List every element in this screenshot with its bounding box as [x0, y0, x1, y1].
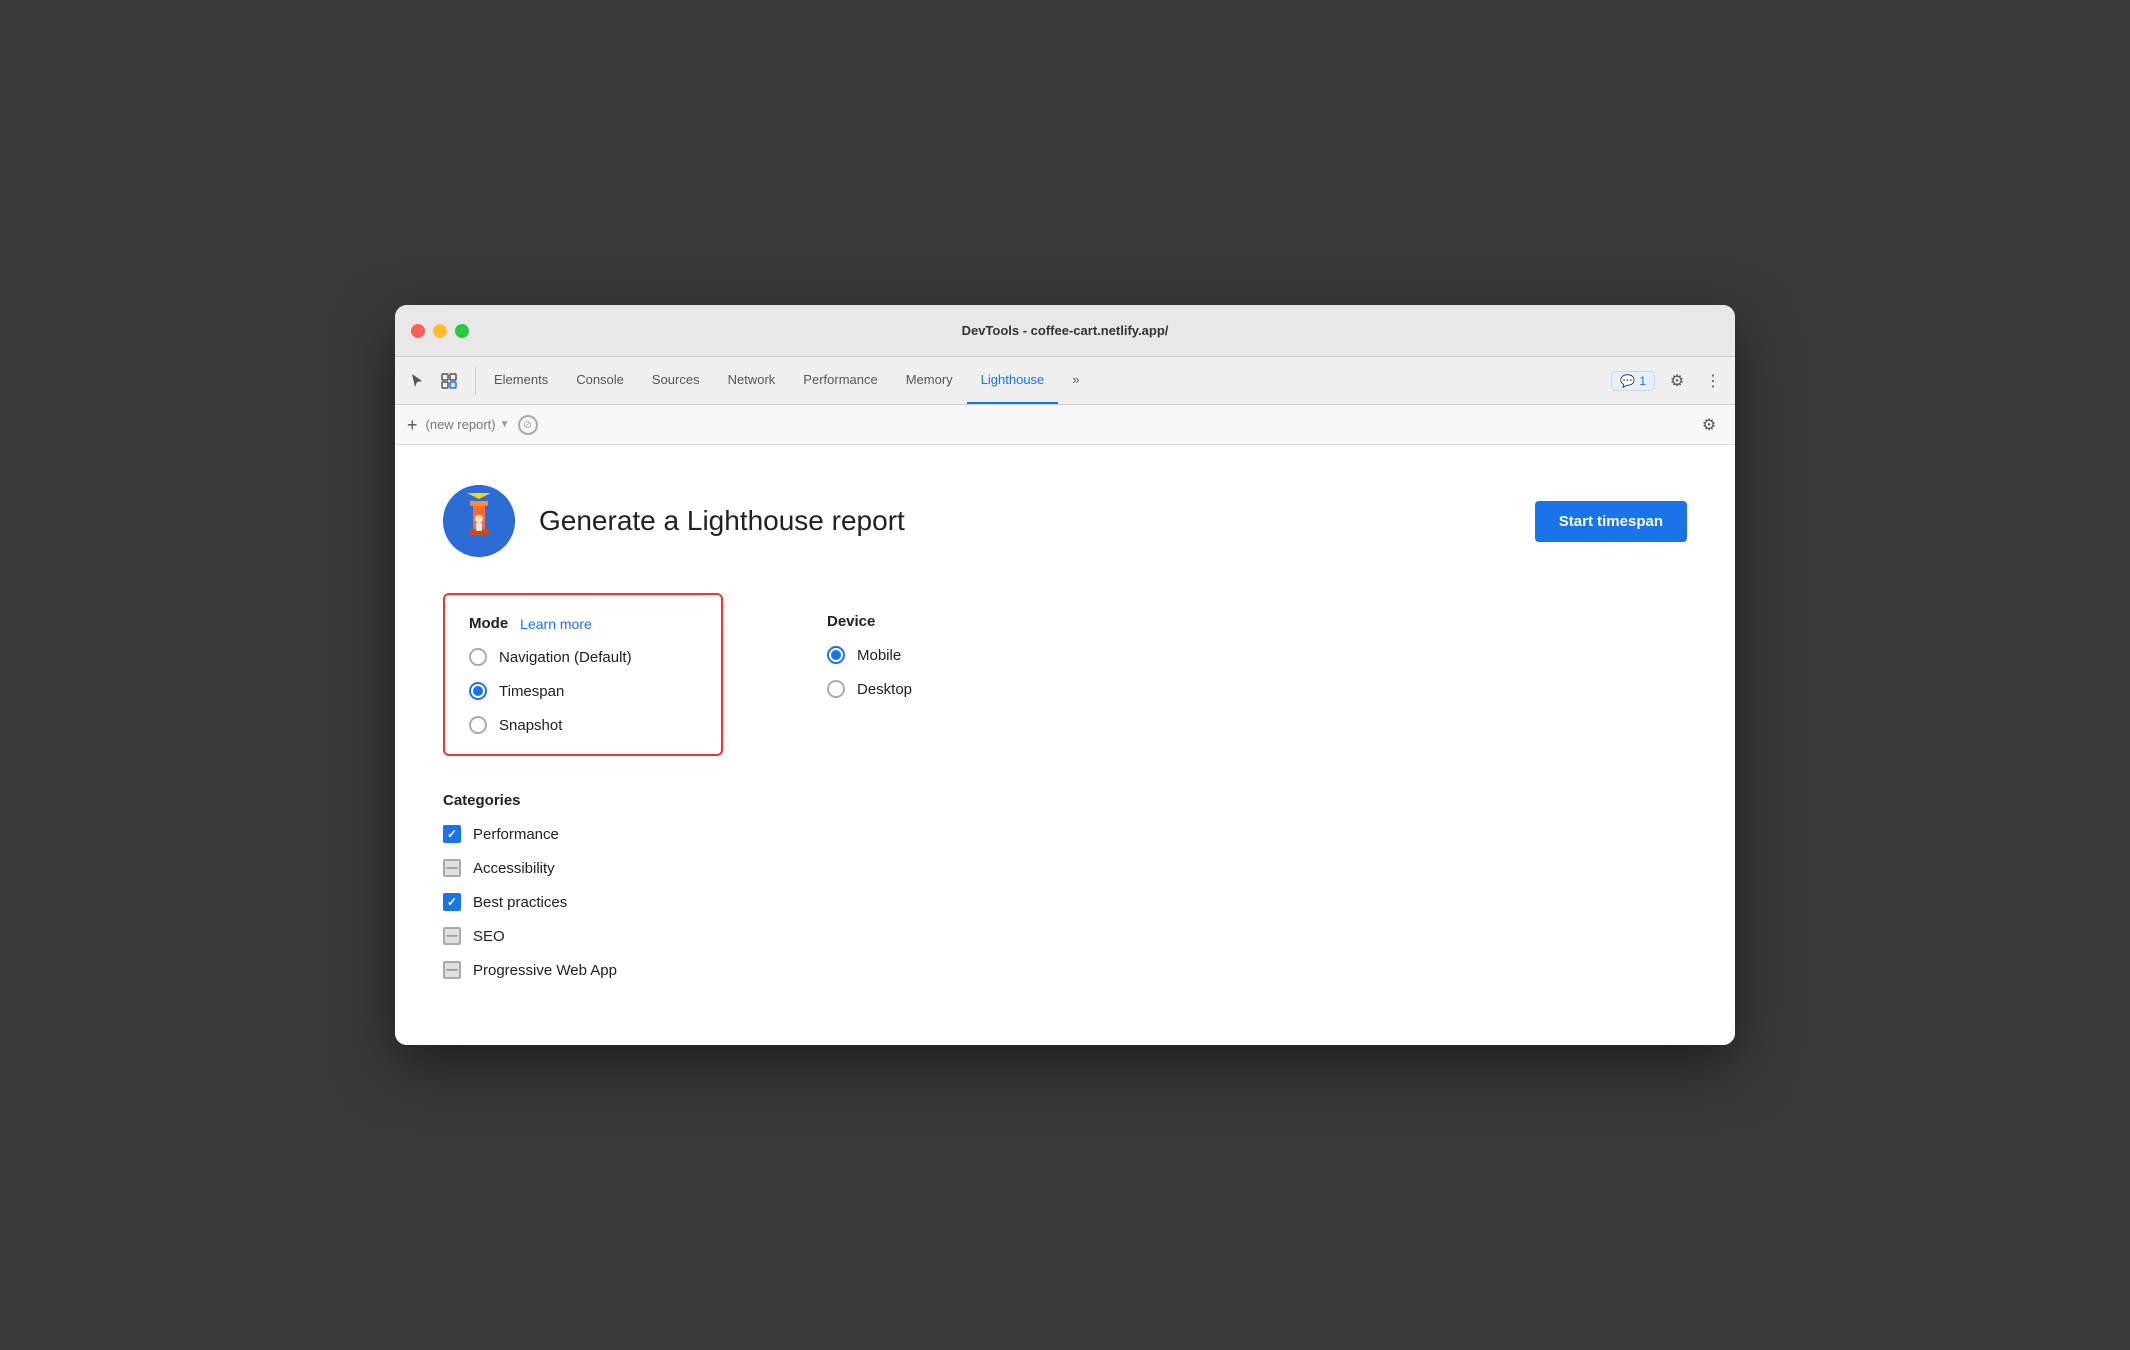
category-list: Performance Accessibility Best practices… [443, 825, 1687, 979]
devtools-window: DevTools - coffee-cart.netlify.app/ Elem [395, 305, 1735, 1045]
tab-performance[interactable]: Performance [789, 357, 891, 404]
categories-section: Categories Performance Accessibility Bes… [443, 792, 1687, 979]
device-desktop[interactable]: Desktop [827, 680, 1019, 698]
device-title: Device [827, 613, 875, 630]
category-performance[interactable]: Performance [443, 825, 1687, 843]
radio-desktop-icon [827, 680, 845, 698]
report-settings-icon[interactable]: ⚙ [1695, 411, 1723, 439]
report-dropdown[interactable]: (new report) ▼ [426, 417, 510, 432]
minimize-button[interactable] [433, 324, 447, 338]
device-mobile[interactable]: Mobile [827, 646, 1019, 664]
tab-sources[interactable]: Sources [638, 357, 714, 404]
checkbox-accessibility [443, 859, 461, 877]
header-row: Generate a Lighthouse report Start times… [443, 485, 1687, 557]
tab-network[interactable]: Network [714, 357, 790, 404]
cursor-icon[interactable] [403, 367, 431, 395]
mode-header: Mode Learn more [469, 615, 697, 632]
device-radio-group: Mobile Desktop [827, 646, 1019, 698]
device-header: Device [827, 613, 1019, 630]
checkbox-best-practices [443, 893, 461, 911]
category-best-practices[interactable]: Best practices [443, 893, 1687, 911]
mode-section: Mode Learn more Navigation (Default) Tim… [443, 593, 723, 756]
lighthouse-logo [443, 485, 515, 557]
learn-more-link[interactable]: Learn more [520, 616, 592, 632]
category-seo[interactable]: SEO [443, 927, 1687, 945]
category-accessibility[interactable]: Accessibility [443, 859, 1687, 877]
titlebar: DevTools - coffee-cart.netlify.app/ [395, 305, 1735, 357]
devtools-toolbar: Elements Console Sources Network Perform… [395, 357, 1735, 405]
checkbox-performance [443, 825, 461, 843]
checkbox-pwa [443, 961, 461, 979]
tabs: Elements Console Sources Network Perform… [480, 357, 1094, 404]
report-settings: ⚙ [1695, 411, 1723, 439]
toolbar-icons [403, 367, 476, 395]
maximize-button[interactable] [455, 324, 469, 338]
main-content: Generate a Lighthouse report Start times… [395, 445, 1735, 1045]
radio-navigation-icon [469, 648, 487, 666]
categories-title: Categories [443, 792, 1687, 809]
category-pwa[interactable]: Progressive Web App [443, 961, 1687, 979]
radio-mobile-icon [827, 646, 845, 664]
add-report-button[interactable]: + [407, 416, 418, 434]
mode-radio-group: Navigation (Default) Timespan Snapshot [469, 648, 697, 734]
tab-more[interactable]: » [1058, 357, 1093, 404]
inspect-icon[interactable] [435, 367, 463, 395]
mode-title: Mode [469, 615, 508, 632]
more-options-icon[interactable]: ⋮ [1699, 367, 1727, 395]
toolbar-right: 💬 1 ⚙ ⋮ [1611, 367, 1727, 395]
radio-timespan-icon [469, 682, 487, 700]
checkbox-seo [443, 927, 461, 945]
window-controls [411, 324, 469, 338]
mode-navigation[interactable]: Navigation (Default) [469, 648, 697, 666]
mode-timespan[interactable]: Timespan [469, 682, 697, 700]
header-left: Generate a Lighthouse report [443, 485, 905, 557]
mode-snapshot[interactable]: Snapshot [469, 716, 697, 734]
tab-lighthouse[interactable]: Lighthouse [967, 357, 1059, 404]
settings-icon[interactable]: ⚙ [1663, 367, 1691, 395]
feedback-badge[interactable]: 💬 1 [1611, 371, 1655, 391]
close-button[interactable] [411, 324, 425, 338]
mode-device-row: Mode Learn more Navigation (Default) Tim… [443, 593, 1687, 756]
page-title: Generate a Lighthouse report [539, 505, 905, 537]
tab-console[interactable]: Console [562, 357, 638, 404]
tab-memory[interactable]: Memory [892, 357, 967, 404]
tab-elements[interactable]: Elements [480, 357, 562, 404]
window-title: DevTools - coffee-cart.netlify.app/ [962, 323, 1169, 338]
device-section: Device Mobile Desktop [803, 593, 1043, 756]
dropdown-arrow-icon: ▼ [500, 419, 510, 430]
report-bar: + (new report) ▼ ⊘ ⚙ [395, 405, 1735, 445]
start-timespan-button[interactable]: Start timespan [1535, 501, 1687, 542]
cancel-report-button[interactable]: ⊘ [518, 415, 538, 435]
radio-snapshot-icon [469, 716, 487, 734]
